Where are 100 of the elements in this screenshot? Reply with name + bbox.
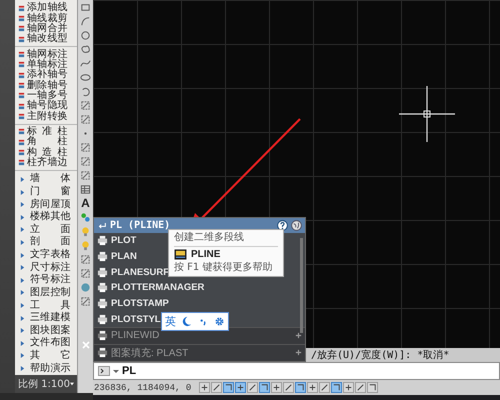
triangle-icon — [20, 176, 25, 182]
menu-item[interactable]: 柱齐墙边 — [15, 158, 77, 168]
cloud-tool-icon[interactable] — [80, 44, 91, 55]
menu-item[interactable]: 添加轴线 — [15, 3, 77, 14]
drafting-toggle-button[interactable] — [355, 382, 366, 393]
menu-item[interactable]: 图块图案 — [15, 324, 77, 338]
triangle-icon — [20, 214, 25, 220]
drafting-toggle-button[interactable] — [247, 382, 258, 393]
help-icon[interactable] — [277, 220, 288, 231]
dropdown-caret-icon — [113, 370, 119, 372]
drafting-toggle-button[interactable] — [271, 382, 282, 393]
table-tool-icon[interactable] — [80, 184, 91, 195]
menu-item[interactable]: 图层控制 — [15, 286, 77, 300]
suggestion-item[interactable]: PLAN — [111, 251, 137, 262]
triangle-icon — [20, 265, 25, 270]
menu-item[interactable]: 轴线裁剪 — [15, 13, 77, 24]
command-icon — [18, 4, 25, 12]
drafting-toggle-button[interactable] — [319, 382, 330, 393]
triangle-icon — [20, 240, 25, 245]
triangle-icon — [20, 252, 25, 258]
menu-item[interactable]: 添补轴号 — [15, 70, 77, 80]
drafting-toggle-button[interactable] — [211, 382, 222, 393]
menu-item[interactable]: 角 柱 — [15, 137, 77, 148]
command-icon — [18, 36, 25, 43]
circle-tool-icon[interactable] — [80, 30, 91, 41]
polyline-icon — [174, 249, 187, 260]
command-icon — [18, 92, 25, 100]
plus-icon — [295, 332, 302, 340]
drafting-toggle-button[interactable] — [223, 382, 234, 393]
menu-item[interactable]: 轴网标注 — [15, 49, 77, 60]
menu-item[interactable]: 删除轴号 — [15, 80, 77, 91]
menu-item[interactable]: 剖 面 — [15, 236, 77, 249]
menu-item[interactable]: 墙 体 — [15, 173, 77, 186]
text-tool-button[interactable]: A — [81, 198, 90, 209]
tooltip-command: PLINE — [191, 249, 220, 260]
drafting-toggle-button[interactable] — [367, 382, 378, 393]
crosshair-cursor — [399, 86, 455, 142]
suggestion-item[interactable]: PLOT — [111, 235, 136, 246]
suggestion-item[interactable]: PLOTTERMANAGER — [111, 282, 204, 294]
command-icon — [18, 72, 25, 79]
drafting-toggle-button[interactable] — [295, 382, 306, 393]
triangle-icon — [20, 303, 25, 308]
ellipse-tool-icon[interactable] — [80, 72, 91, 83]
command-icon — [18, 25, 25, 32]
printer-icon — [97, 266, 108, 278]
command-history-text: /放弃(U)/宽度(W)]: *取消* — [311, 348, 450, 362]
spline-tool-icon[interactable] — [80, 58, 91, 69]
triangle-icon — [20, 190, 25, 195]
menu-item[interactable]: 文件布图 — [15, 337, 77, 350]
triangle-icon — [20, 202, 25, 208]
moon-icon[interactable] — [181, 316, 192, 327]
ime-mode-button[interactable]: 英 — [164, 314, 176, 329]
menu-item[interactable]: 文字表格 — [15, 248, 77, 262]
scale-dropdown[interactable]: 比例 1:100 — [15, 374, 77, 393]
menu-item[interactable]: 立 面 — [15, 224, 77, 236]
triangle-icon — [20, 340, 25, 346]
menu-item[interactable]: 轴改线型 — [15, 34, 77, 44]
command-input[interactable]: PL — [93, 362, 500, 380]
settings-icon[interactable] — [214, 316, 226, 327]
command-icon — [18, 149, 25, 156]
drafting-toggle-button[interactable] — [307, 382, 318, 393]
rotate-tool-icon[interactable] — [80, 86, 91, 97]
drafting-toggle-button[interactable] — [235, 382, 246, 393]
menu-item[interactable]: 房间屋顶 — [15, 198, 77, 211]
menu-item[interactable]: 三维建模 — [15, 312, 77, 324]
dropdown-caret-icon — [70, 382, 74, 386]
menu-item[interactable]: 尺寸标注 — [15, 261, 77, 274]
menu-item[interactable]: 帮助演示 — [15, 362, 77, 375]
plus-icon — [295, 349, 302, 356]
drafting-toggle-button[interactable] — [331, 382, 342, 393]
menu-item[interactable]: 主附转换 — [15, 111, 77, 122]
prompt-icon — [98, 366, 110, 376]
printer-icon — [97, 347, 108, 358]
triangle-icon — [20, 328, 25, 334]
menu-item[interactable]: 轴号隐现 — [15, 101, 77, 112]
command-icon — [18, 128, 25, 136]
arc-tool-icon[interactable] — [80, 16, 91, 27]
triangle-icon — [20, 353, 25, 358]
rect-tool-icon[interactable] — [80, 2, 91, 13]
drafting-toggle-button[interactable] — [283, 382, 294, 393]
command-icon — [18, 82, 25, 90]
drafting-toggle-button[interactable] — [259, 382, 270, 393]
printer-icon — [97, 298, 108, 310]
menu-item[interactable]: 符号标注 — [15, 274, 77, 287]
command-icon — [18, 61, 25, 68]
suggestion-item[interactable]: PLANESURF — [111, 266, 170, 278]
command-icon — [18, 113, 25, 120]
command-input-text: PL — [122, 365, 136, 377]
suggestion-item[interactable]: PLOTSTYL — [111, 314, 161, 325]
suggestion-item[interactable]: PLOTSTAMP — [111, 298, 169, 310]
drafting-toggle-button[interactable] — [199, 382, 210, 393]
menu-item[interactable]: 其 它 — [15, 350, 77, 362]
printer-icon — [97, 235, 108, 246]
drafting-toggle-button[interactable] — [343, 382, 354, 393]
menu-item[interactable]: 门 窗 — [15, 186, 77, 198]
menu-item[interactable]: 构 造 柱 — [15, 147, 77, 158]
menu-item[interactable]: 工 具 — [15, 299, 77, 312]
printer-icon — [97, 251, 108, 262]
menu-item[interactable]: 楼梯其他 — [15, 210, 77, 224]
printer-icon — [97, 330, 108, 342]
